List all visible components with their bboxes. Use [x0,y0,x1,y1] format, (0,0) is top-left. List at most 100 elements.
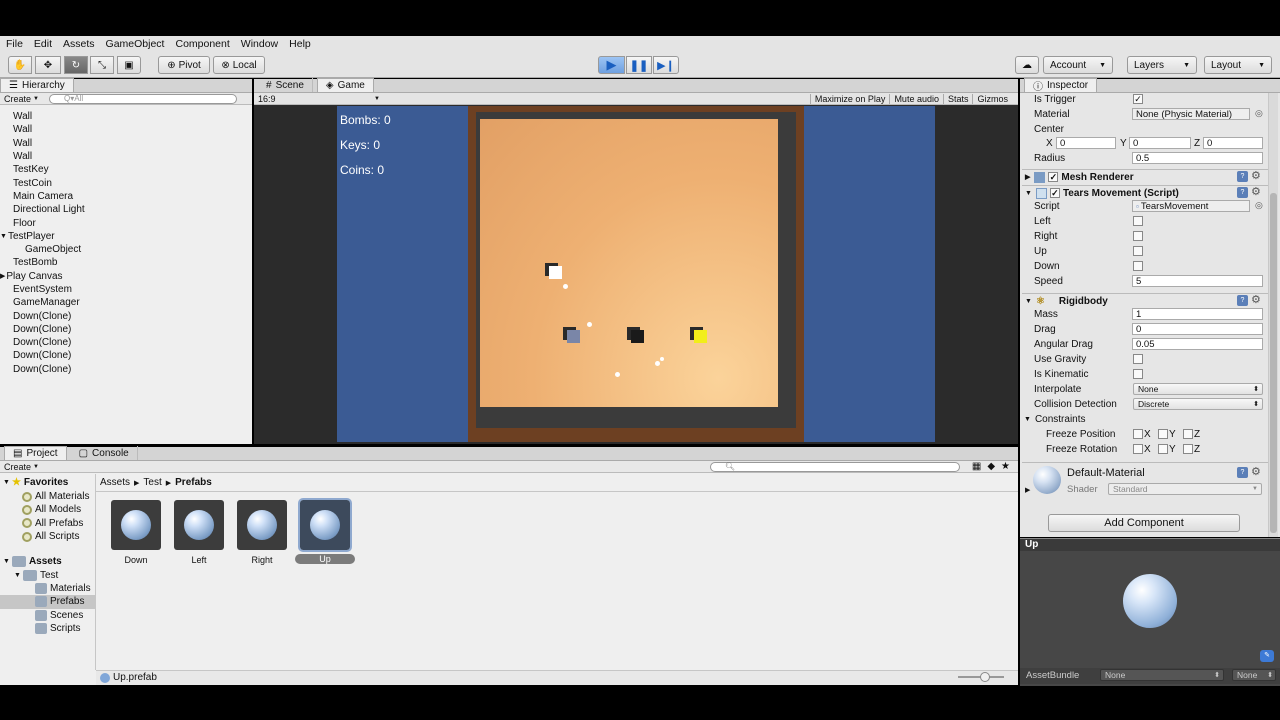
gear-icon[interactable]: ⚙ [1251,169,1261,182]
speed-field[interactable]: 5 [1132,275,1263,287]
assets-root-item[interactable]: ▼ Assets [3,555,62,568]
folder-item[interactable]: Materials [0,582,96,595]
material-expand-icon[interactable]: ▶ [1025,486,1030,494]
hierarchy-item[interactable]: Down(Clone) [4,349,248,362]
hierarchy-item[interactable]: Floor [4,216,248,229]
mesh-renderer-enabled-checkbox[interactable]: ✓ [1048,172,1059,182]
menu-component[interactable]: Component [175,38,229,50]
hierarchy-item[interactable]: Down(Clone) [4,363,248,376]
game-viewport[interactable]: Bombs: 0 Keys: 0 Coins: 0 [337,106,935,442]
freeze-position-z-checkbox[interactable] [1183,429,1193,439]
gizmos-dropdown[interactable]: Gizmos [972,93,1018,104]
menu-assets[interactable]: Assets [63,38,95,50]
layers-dropdown[interactable]: Layers ▼ [1127,56,1197,74]
stats-toggle[interactable]: Stats [942,93,973,104]
tab-inspector[interactable]: ⓘ Inspector [1024,78,1098,93]
filter-type-icon[interactable]: ▦ [972,461,981,472]
is-kinematic-checkbox[interactable] [1133,369,1143,379]
hierarchy-item[interactable]: Down(Clone) [4,336,248,349]
layout-dropdown[interactable]: Layout ▼ [1204,56,1272,74]
mesh-renderer-header[interactable]: ▶ ✓ Mesh Renderer [1022,169,1268,184]
rigidbody-header[interactable]: ▼ ⚛ Rigidbody [1022,293,1268,308]
gear-icon[interactable]: ⚙ [1251,465,1261,478]
slider-thumb[interactable] [980,672,990,682]
object-picker-icon[interactable]: ◎ [1255,200,1263,211]
hierarchy-item[interactable]: TestCoin [4,176,248,189]
drag-field[interactable]: 0 [1132,323,1263,335]
favorite-item[interactable]: All Materials [22,490,89,503]
interpolate-dropdown[interactable]: None ⬍ [1133,383,1263,395]
hierarchy-item[interactable]: Wall [4,150,248,163]
gear-icon[interactable]: ⚙ [1251,185,1261,198]
breadcrumb-prefabs[interactable]: Prefabs [175,477,212,488]
breadcrumb-assets[interactable]: Assets [100,477,130,488]
hand-tool-button[interactable]: ✋ [8,56,32,74]
local-toggle[interactable]: ⊗ Local [213,56,265,74]
hierarchy-item[interactable]: Wall [4,123,248,136]
hierarchy-item[interactable]: ▼ TestPlayer [0,230,248,243]
hierarchy-item[interactable]: Down(Clone) [4,309,248,322]
help-book-icon[interactable]: ? [1237,187,1248,198]
move-tool-button[interactable]: ✥ [35,56,61,74]
hierarchy-item[interactable]: TestKey [4,163,248,176]
hierarchy-item[interactable]: Main Camera [4,190,248,203]
breadcrumb-test[interactable]: Test [143,477,161,488]
folder-item[interactable]: Scenes [0,609,96,622]
project-search-input[interactable]: 🔍︎ [709,461,960,472]
script-field[interactable]: ▫ TearsMovement [1132,200,1250,212]
tab-scene[interactable]: # Scene [258,78,313,92]
cloud-button[interactable]: ☁ [1015,56,1039,74]
collision-detection-dropdown[interactable]: Discrete ⬍ [1133,398,1263,410]
favorite-item[interactable]: All Scripts [22,530,89,543]
up-checkbox[interactable] [1133,246,1143,256]
tears-movement-header[interactable]: ▼ ✓ Tears Movement (Script) [1022,185,1268,200]
freeze-position-x-checkbox[interactable] [1133,429,1143,439]
step-button[interactable]: ▶❙ [653,56,679,74]
assetbundle-dropdown[interactable]: None ⬍ [1100,669,1224,681]
menu-file[interactable]: File [6,38,23,50]
center-z-field[interactable]: 0 [1203,137,1263,149]
hierarchy-item[interactable]: GameManager [4,296,248,309]
hierarchy-search-input[interactable]: Q▾All [48,93,237,104]
scale-tool-button[interactable]: ⤡ [90,56,114,74]
pause-button[interactable]: ❚❚ [626,56,652,74]
radius-field[interactable]: 0.5 [1132,152,1263,164]
rect-tool-button[interactable]: ▣ [117,56,141,74]
material-field[interactable]: None (Physic Material) [1132,108,1250,120]
shader-dropdown[interactable]: Standard ▼ [1108,483,1262,495]
tab-game[interactable]: ◈ Game [316,78,374,92]
favorite-item[interactable]: All Prefabs [22,517,89,530]
hierarchy-item[interactable]: Directional Light [4,203,248,216]
filter-label-icon[interactable]: ◆ [987,461,995,472]
test-folder-item[interactable]: ▼ Test [14,569,58,582]
menu-gameobject[interactable]: GameObject [106,38,165,50]
freeze-rotation-y-checkbox[interactable] [1158,444,1168,454]
assetbundle-variant-dropdown[interactable]: None ⬍ [1232,669,1276,681]
help-book-icon[interactable]: ? [1237,295,1248,306]
tears-movement-enabled-checkbox[interactable]: ✓ [1049,188,1060,198]
pivot-toggle[interactable]: ⊕ Pivot [158,56,210,74]
play-button[interactable]: ▶ [598,56,625,74]
use-gravity-checkbox[interactable] [1133,354,1143,364]
prefab-up[interactable]: Up [295,498,355,564]
hierarchy-create-button[interactable]: Create ▼ [0,94,43,104]
maximize-on-play-toggle[interactable]: Maximize on Play [809,93,890,104]
angular-drag-field[interactable]: 0.05 [1132,338,1263,350]
hierarchy-item[interactable]: TestBomb [4,256,248,269]
rotate-tool-button[interactable]: ↻ [64,56,88,74]
thumbnail-size-slider[interactable] [958,672,1004,682]
add-component-button[interactable]: Add Component [1048,514,1240,532]
mass-field[interactable]: 1 [1132,308,1263,320]
hierarchy-item[interactable]: EventSystem [4,283,248,296]
inspector-scrollbar[interactable] [1268,93,1278,537]
expand-down-icon[interactable]: ▼ [0,233,7,240]
left-checkbox[interactable] [1133,216,1143,226]
favorites-item[interactable]: ▼ ★ Favorites [3,476,68,489]
center-y-field[interactable]: 0 [1129,137,1191,149]
freeze-position-y-checkbox[interactable] [1158,429,1168,439]
down-checkbox[interactable] [1133,261,1143,271]
hierarchy-item[interactable]: ▶ Play Canvas [0,270,248,283]
menu-edit[interactable]: Edit [34,38,52,50]
mute-audio-toggle[interactable]: Mute audio [889,93,943,104]
freeze-rotation-z-checkbox[interactable] [1183,444,1193,454]
